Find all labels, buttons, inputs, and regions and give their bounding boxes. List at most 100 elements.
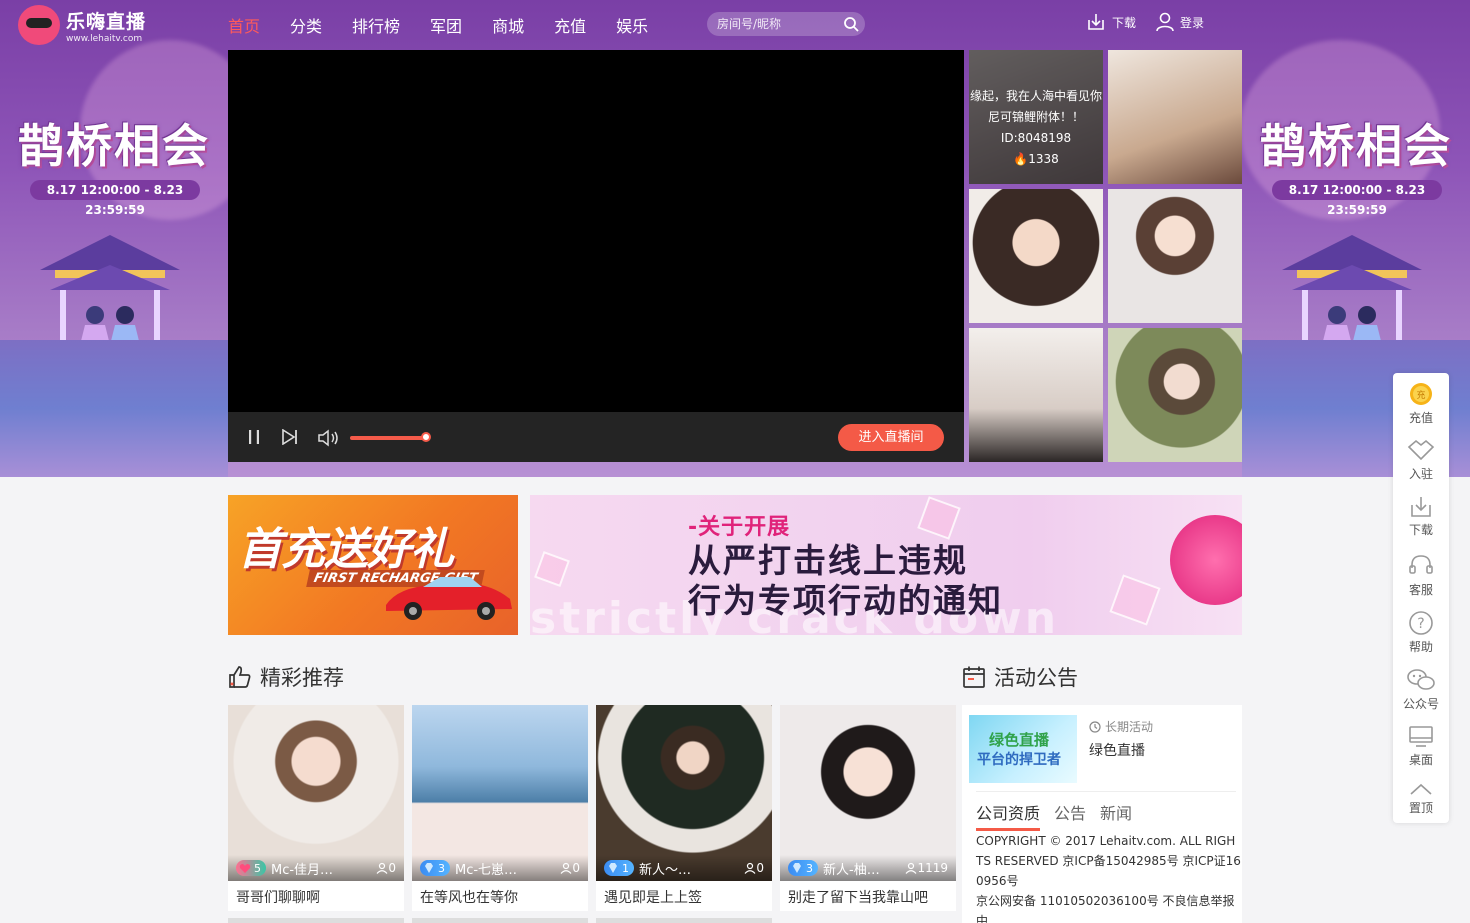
activity-img-text: 绿色直播 [989, 731, 1050, 749]
main-nav: 首页 分类 排行榜 军团 商城 充值 娱乐 [228, 13, 678, 37]
enter-room-button[interactable]: 进入直播间 [838, 424, 944, 451]
activity-thumbnail[interactable]: 绿色直播 平台的捍卫者 [969, 715, 1077, 783]
person-icon [560, 862, 572, 874]
toolbar-recharge[interactable]: 充 充值 [1393, 381, 1449, 426]
streamer-card[interactable] [228, 918, 404, 923]
login-button[interactable]: 登录 [1156, 12, 1204, 32]
floating-toolbar: 充 充值 入驻 下载 客服 ? 帮助 公众号 桌面 置顶 [1393, 373, 1449, 823]
thumb-desc: 缘起，我在人海中看见你 [969, 89, 1102, 103]
person-icon [744, 862, 756, 874]
live-thumbnails: 缘起，我在人海中看见你 尼可锦鲤附体！！ ID:8048198 🔥1338 [969, 50, 1242, 462]
toolbar-download[interactable]: 下载 [1393, 495, 1449, 538]
nav-home[interactable]: 首页 [228, 13, 260, 37]
svg-text:充: 充 [1416, 389, 1425, 401]
toolbar-desktop[interactable]: 桌面 [1393, 725, 1449, 768]
streamer-photo [969, 189, 1103, 323]
live-thumb-3[interactable] [969, 189, 1103, 323]
nav-recharge[interactable]: 充值 [554, 13, 586, 37]
activity-img-text: 平台的捍卫者 [977, 752, 1061, 768]
nav-entertainment[interactable]: 娱乐 [616, 13, 648, 37]
handshake-icon [1407, 439, 1435, 461]
live-thumb-4[interactable] [1108, 189, 1242, 323]
stream-caption: 别走了留下当我靠山吧 [788, 890, 928, 906]
live-thumb-1[interactable]: 缘起，我在人海中看见你 尼可锦鲤附体！！ ID:8048198 🔥1338 [969, 50, 1103, 184]
tab-news[interactable]: 新闻 [1100, 800, 1132, 831]
tab-notice[interactable]: 公告 [1054, 800, 1086, 831]
live-thumb-5[interactable] [969, 328, 1103, 462]
viewer-count: 1119 [917, 861, 948, 875]
coin-icon: 充 [1410, 383, 1432, 405]
toolbar-wechat[interactable]: 公众号 [1393, 667, 1449, 712]
thumb-desc: 尼可锦鲤附体！！ [987, 110, 1084, 124]
nav-legion[interactable]: 军团 [430, 13, 462, 37]
help-icon: ? [1409, 611, 1433, 635]
streamer-nickname: 新人-柚… [823, 862, 880, 878]
recommend-heading: 精彩推荐 [228, 662, 344, 692]
toolbar-join[interactable]: 入驻 [1393, 437, 1449, 482]
toolbar-service[interactable]: 客服 [1393, 553, 1449, 598]
stream-caption: 遇见即是上上签 [604, 890, 702, 906]
company-info: COPYRIGHT © 2017 Lehaitv.com. ALL RIGHTS… [976, 831, 1242, 923]
streamer-photo [1108, 50, 1242, 184]
thumb-room-id: ID:8048198 [1000, 131, 1072, 145]
search-input[interactable] [717, 17, 839, 31]
level-badge: 1 [604, 860, 634, 876]
thumb-heat: 1338 [1028, 152, 1059, 166]
streamer-card[interactable] [412, 918, 588, 923]
side-promo-date: 8.17 12:00:00 - 8.23 23:59:59 [30, 180, 200, 217]
logo-url: www.lehaitv.com [66, 33, 143, 44]
site-logo[interactable]: 乐嗨直播 www.lehaitv.com [18, 5, 146, 45]
logo-mask-icon [18, 5, 60, 45]
nav-mall[interactable]: 商城 [492, 13, 524, 37]
streamer-card[interactable]: 3 Mc-七崽… 0 在等风也在等你 [412, 705, 588, 911]
search-icon[interactable] [843, 16, 859, 32]
top-header: 乐嗨直播 www.lehaitv.com 首页 分类 排行榜 军团 商城 充值 … [0, 0, 1470, 50]
side-promo-date: 8.17 12:00:00 - 8.23 23:59:59 [1272, 180, 1442, 217]
person-icon [376, 862, 388, 874]
activity-name[interactable]: 绿色直播 [1089, 740, 1145, 760]
crackdown-notice-banner[interactable]: strictly crack down -关于开展 从严打击线上违规 行为专项行… [530, 495, 1242, 635]
volume-slider-handle[interactable] [421, 432, 431, 442]
next-icon[interactable] [281, 429, 299, 445]
thumb-hover-info: 缘起，我在人海中看见你 尼可锦鲤附体！！ ID:8048198 🔥1338 [969, 50, 1103, 184]
svg-text:?: ? [1417, 616, 1424, 632]
announce-heading: 活动公告 [962, 662, 1078, 692]
nav-ranking[interactable]: 排行榜 [352, 13, 400, 37]
banner-kicker: -关于开展 [688, 515, 791, 540]
headset-icon [1409, 555, 1433, 574]
side-promo-left[interactable]: 鹊桥相会 8.17 12:00:00 - 8.23 23:59:59 [0, 80, 228, 477]
download-button[interactable]: 下载 [1086, 12, 1136, 32]
nav-category[interactable]: 分类 [290, 13, 322, 37]
tab-company[interactable]: 公司资质 [976, 800, 1041, 831]
sports-car-image [386, 577, 512, 620]
live-thumb-6[interactable] [1108, 328, 1242, 462]
live-video-player[interactable]: 进入直播间 [228, 50, 964, 462]
live-thumb-2[interactable] [1108, 50, 1242, 184]
heart-icon [239, 864, 251, 873]
level-badge: 5 [236, 860, 266, 876]
stream-caption: 在等风也在等你 [420, 890, 518, 906]
pause-icon[interactable] [246, 429, 262, 445]
streamer-card[interactable]: 3 新人-柚… 1119 别走了留下当我靠山吧 [780, 705, 956, 911]
desktop-icon [1409, 726, 1433, 747]
diamond-icon [609, 863, 617, 873]
toolbar-help[interactable]: ? 帮助 [1393, 610, 1449, 655]
diamond-icon [425, 863, 433, 873]
section-title: 精彩推荐 [260, 666, 344, 690]
person-icon [906, 862, 917, 874]
stream-caption: 哥哥们聊聊啊 [236, 890, 320, 906]
volume-slider-track[interactable] [350, 436, 425, 440]
streamer-card[interactable] [596, 918, 772, 923]
first-recharge-banner[interactable]: 首充送好礼 FIRST RECHARGE GIFT [228, 495, 518, 635]
streamer-nickname: 新人～… [639, 862, 692, 878]
volume-icon[interactable] [317, 429, 341, 447]
streamer-photo [969, 328, 1103, 462]
streamer-card[interactable]: 1 新人～… 0 遇见即是上上签 [596, 705, 772, 911]
toolbar-back-to-top[interactable]: 置顶 [1393, 781, 1449, 816]
streamer-photo [1108, 328, 1242, 462]
streamer-card[interactable]: 5 Mc-佳月… 0 哥哥们聊聊啊 [228, 705, 404, 911]
viewer-count: 0 [388, 861, 396, 875]
heart-decoration [1170, 515, 1242, 605]
police-record-text: 京公网安备 11010502036100号 不良信息举报中 [976, 894, 1235, 923]
arrow-up-icon [1410, 783, 1432, 795]
